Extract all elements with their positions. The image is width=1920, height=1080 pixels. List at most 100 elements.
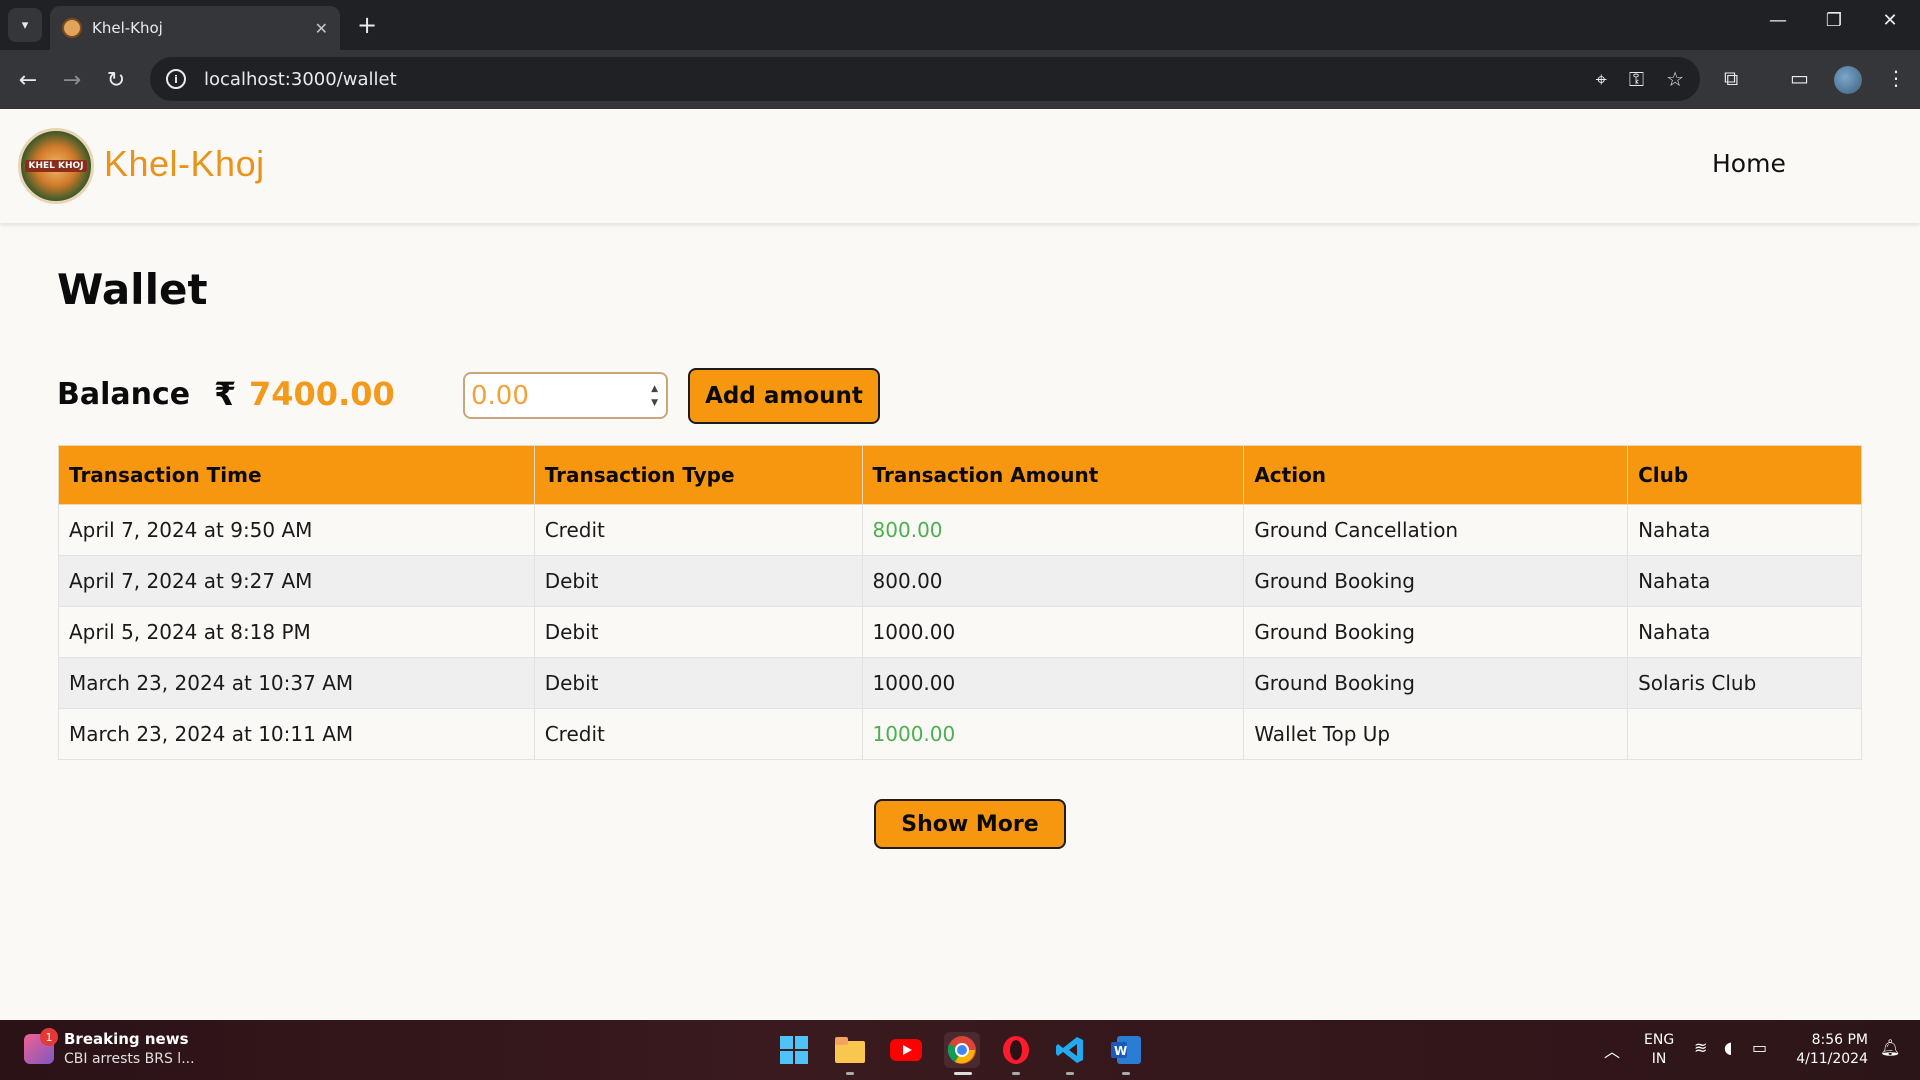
cell-time: April 7, 2024 at 9:27 AM: [58, 555, 535, 607]
cell-type: Debit: [533, 555, 863, 607]
taskbar-running-indicator: [846, 1072, 854, 1075]
system-clock[interactable]: 8:56 PM 4/11/2024: [1796, 1031, 1868, 1069]
amount-stepper[interactable]: ▲ ▼: [651, 382, 658, 410]
opera-icon[interactable]: [998, 1032, 1034, 1068]
table-row: April 7, 2024 at 9:50 AM Credit 800.00 G…: [58, 504, 1862, 556]
clock-date: 4/11/2024: [1796, 1051, 1868, 1067]
cell-type: Credit: [533, 708, 863, 760]
minimize-icon[interactable]: —: [1758, 10, 1798, 31]
menu-kebab-icon[interactable]: ⋮: [1886, 66, 1906, 90]
back-arrow-icon[interactable]: ←: [10, 62, 46, 98]
cell-action: Ground Cancellation: [1243, 504, 1629, 556]
cell-time: April 7, 2024 at 9:50 AM: [58, 504, 535, 556]
table-row: April 7, 2024 at 9:27 AM Debit 800.00 Gr…: [58, 555, 1862, 607]
balance-label: Balance: [57, 377, 191, 412]
rupee-currency-icon: ₹: [214, 375, 237, 413]
extensions-puzzle-icon[interactable]: ⧉: [1724, 66, 1738, 90]
cell-time: March 23, 2024 at 10:37 AM: [58, 657, 535, 709]
cell-club: Solaris Club: [1627, 657, 1862, 709]
amount-input[interactable]: [465, 380, 635, 411]
stepper-down-icon[interactable]: ▼: [651, 396, 658, 410]
language-indicator[interactable]: ENG IN: [1644, 1031, 1674, 1069]
vscode-icon[interactable]: [1052, 1032, 1088, 1068]
new-tab-button[interactable]: +: [352, 10, 382, 40]
cell-club: Nahata: [1627, 504, 1862, 556]
header-transaction-time: Transaction Time: [58, 445, 535, 505]
taskbar-running-indicator: [1122, 1072, 1130, 1075]
tray-overflow-chevron-icon[interactable]: ︿: [1604, 1038, 1620, 1062]
cell-type: Debit: [533, 606, 863, 658]
show-more-button[interactable]: Show More: [874, 799, 1066, 849]
os-taskbar: 1 Breaking news CBI arrests BRS l... W ︿…: [0, 1020, 1920, 1080]
taskbar-running-indicator: [1012, 1072, 1020, 1075]
header-club: Club: [1627, 445, 1862, 505]
reload-icon[interactable]: ↻: [98, 62, 134, 98]
cell-type: Debit: [533, 657, 863, 709]
cell-club: Nahata: [1627, 606, 1862, 658]
taskbar-running-indicator: [1066, 1072, 1074, 1075]
add-amount-button[interactable]: Add amount: [688, 368, 880, 424]
cell-amount: 1000.00: [861, 657, 1245, 709]
favicon-icon: [62, 18, 82, 38]
window-close-icon[interactable]: ✕: [1870, 10, 1910, 31]
chrome-icon[interactable]: [944, 1032, 980, 1068]
url-text: localhost:3000/wallet: [204, 68, 397, 90]
tab-close-icon[interactable]: ✕: [315, 19, 328, 38]
site-info-icon[interactable]: i: [166, 69, 186, 89]
nav-home-link[interactable]: Home: [1712, 149, 1786, 178]
file-explorer-icon[interactable]: [832, 1032, 868, 1068]
cell-club: Nahata: [1627, 555, 1862, 607]
word-icon[interactable]: W: [1108, 1032, 1144, 1068]
address-bar[interactable]: i localhost:3000/wallet ⌖ ⚿ ☆: [150, 57, 1700, 101]
cell-amount: 1000.00: [861, 708, 1245, 760]
volume-icon[interactable]: ◖: [1724, 1038, 1732, 1057]
password-key-icon[interactable]: ⚿: [1629, 67, 1644, 91]
brand-name[interactable]: Khel-Khoj: [104, 143, 265, 185]
tab-search-chevron-icon[interactable]: ▾: [8, 8, 42, 42]
cell-action: Ground Booking: [1243, 657, 1629, 709]
app-header: KHEL KHOJ Khel-Khoj Home: [0, 109, 1920, 223]
khel-khoj-logo[interactable]: KHEL KHOJ: [18, 128, 94, 204]
profile-avatar[interactable]: [1834, 66, 1862, 94]
cell-amount: 800.00: [861, 555, 1245, 607]
bookmark-star-icon[interactable]: ☆: [1666, 67, 1684, 91]
browser-toolbar: ← → ↻ i localhost:3000/wallet ⌖ ⚿ ☆ ⧉ ▭ …: [0, 50, 1920, 109]
windows-start-icon[interactable]: [776, 1032, 812, 1068]
header-action: Action: [1243, 445, 1629, 505]
browser-tab[interactable]: Khel-Khoj ✕: [50, 6, 340, 50]
battery-icon[interactable]: ▭: [1752, 1038, 1767, 1057]
table-header-row: Transaction Time Transaction Type Transa…: [58, 445, 1862, 505]
stepper-up-icon[interactable]: ▲: [651, 382, 658, 396]
header-transaction-amount: Transaction Amount: [861, 445, 1245, 505]
browser-tab-bar: ▾ Khel-Khoj ✕ + — ❐ ✕: [0, 0, 1920, 50]
wifi-icon[interactable]: ≋: [1694, 1038, 1707, 1057]
cell-type: Credit: [533, 504, 863, 556]
amount-input-container: ▲ ▼: [463, 372, 668, 419]
cell-time: March 23, 2024 at 10:11 AM: [58, 708, 535, 760]
balance-value: 7400.00: [249, 375, 395, 413]
header-transaction-type: Transaction Type: [533, 445, 863, 505]
cast-icon[interactable]: ▭: [1790, 66, 1809, 90]
cell-action: Ground Booking: [1243, 555, 1629, 607]
clock-time: 8:56 PM: [1811, 1032, 1868, 1048]
table-row: March 23, 2024 at 10:11 AM Credit 1000.0…: [58, 708, 1862, 760]
news-title[interactable]: Breaking news: [64, 1030, 189, 1048]
forward-arrow-icon[interactable]: →: [54, 62, 90, 98]
cell-action: Ground Booking: [1243, 606, 1629, 658]
cell-amount: 800.00: [861, 504, 1245, 556]
table-row: March 23, 2024 at 10:37 AM Debit 1000.00…: [58, 657, 1862, 709]
cell-action: Wallet Top Up: [1243, 708, 1629, 760]
page-title: Wallet: [57, 265, 208, 314]
cell-time: April 5, 2024 at 8:18 PM: [58, 606, 535, 658]
news-badge: 1: [40, 1028, 58, 1046]
notifications-bell-icon[interactable]: 🔔︎: [1880, 1038, 1900, 1057]
logo-text: KHEL KHOJ: [25, 160, 87, 172]
taskbar-active-indicator: [954, 1072, 972, 1075]
language-code: ENG: [1644, 1032, 1675, 1048]
restore-icon[interactable]: ❐: [1814, 10, 1854, 31]
news-subtitle[interactable]: CBI arrests BRS l...: [64, 1051, 195, 1067]
location-pin-icon[interactable]: ⌖: [1596, 67, 1607, 91]
tab-title: Khel-Khoj: [92, 19, 163, 37]
cell-club: [1627, 708, 1862, 760]
youtube-icon[interactable]: [888, 1032, 924, 1068]
